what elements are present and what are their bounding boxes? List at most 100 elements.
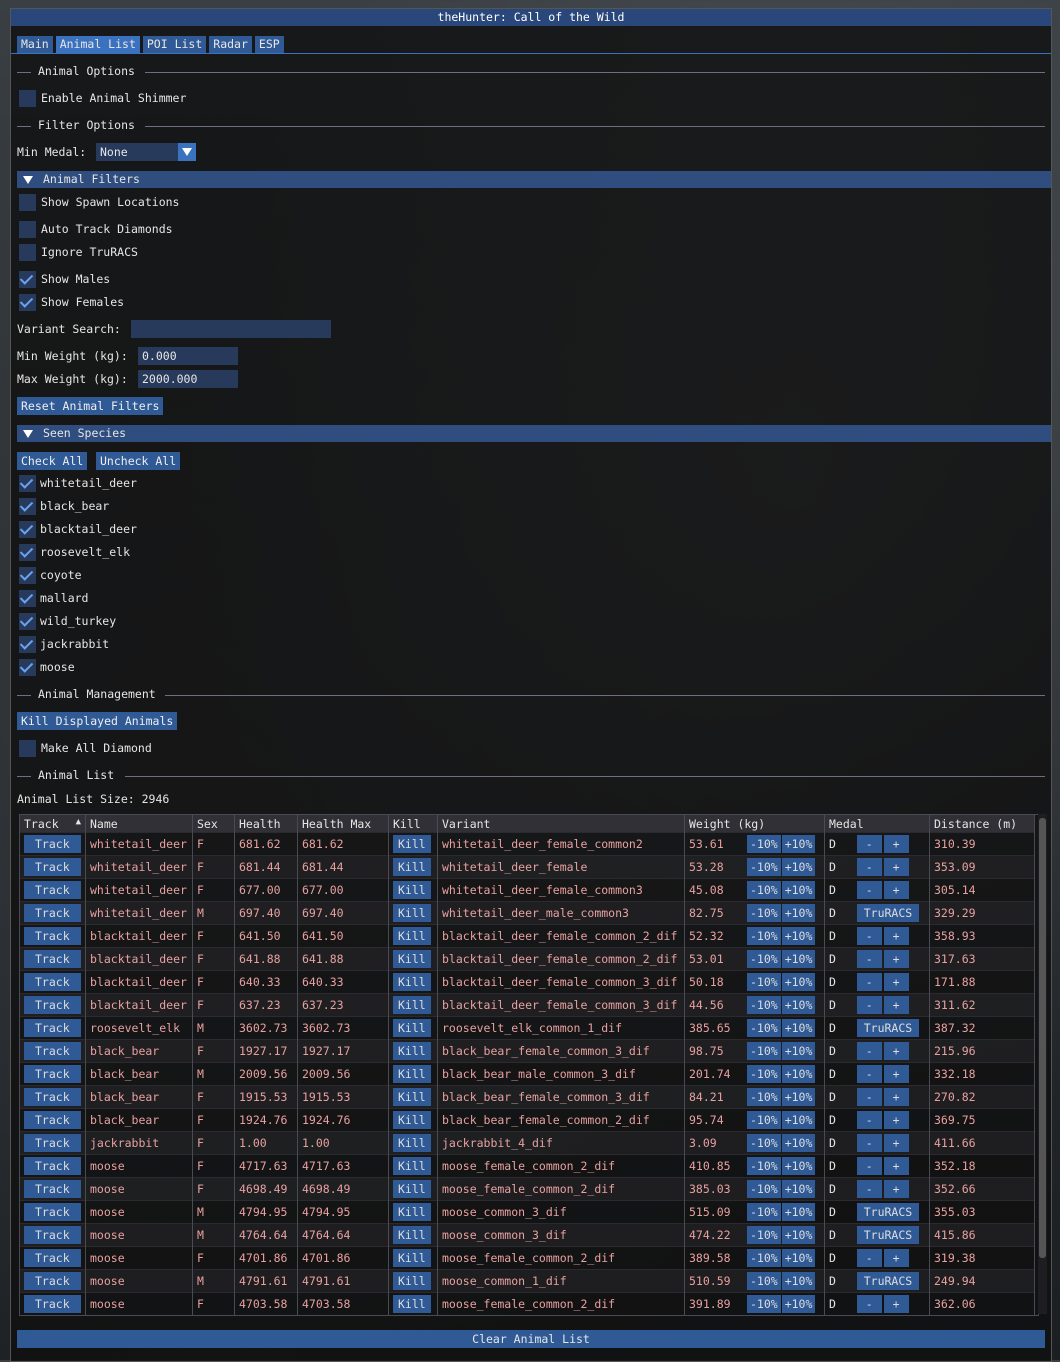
col-distance[interactable]: Distance (m) [929,815,1035,833]
weight-minus-button[interactable]: -10% [747,996,781,1014]
kill-button[interactable]: Kill [393,835,431,853]
medal-plus-button[interactable]: + [883,1249,909,1267]
weight-minus-button[interactable]: -10% [747,927,781,945]
window-title[interactable]: theHunter: Call of the Wild [11,9,1051,26]
truracs-button[interactable]: TruRACS [856,1203,920,1221]
weight-minus-button[interactable]: -10% [747,1111,781,1129]
tab-esp[interactable]: ESP [254,36,284,53]
min-medal-select[interactable]: None [96,143,196,161]
weight-plus-button[interactable]: +10% [781,1042,816,1060]
truracs-button[interactable]: TruRACS [856,1272,920,1290]
medal-minus-button[interactable]: - [856,858,882,876]
kill-button[interactable]: Kill [393,1088,431,1106]
weight-minus-button[interactable]: -10% [747,1272,781,1290]
weight-plus-button[interactable]: +10% [781,1157,816,1175]
kill-button[interactable]: Kill [393,973,431,991]
species-checkbox-coyote[interactable] [19,567,36,584]
weight-plus-button[interactable]: +10% [781,1088,816,1106]
track-button[interactable]: Track [24,1088,81,1106]
kill-button[interactable]: Kill [393,1111,431,1129]
weight-plus-button[interactable]: +10% [781,1065,816,1083]
tab-main[interactable]: Main [17,36,53,53]
track-button[interactable]: Track [24,1180,81,1198]
track-button[interactable]: Track [24,835,81,853]
col-variant[interactable]: Variant [437,815,685,833]
track-button[interactable]: Track [24,950,81,968]
weight-plus-button[interactable]: +10% [781,1019,816,1037]
kill-button[interactable]: Kill [393,1042,431,1060]
track-button[interactable]: Track [24,973,81,991]
weight-minus-button[interactable]: -10% [747,950,781,968]
uncheck-all-button[interactable]: Uncheck All [96,452,181,470]
species-checkbox-blacktail_deer[interactable] [19,521,36,538]
weight-plus-button[interactable]: +10% [781,1226,816,1244]
kill-button[interactable]: Kill [393,1226,431,1244]
col-sex[interactable]: Sex [192,815,235,833]
medal-plus-button[interactable]: + [883,950,909,968]
kill-button[interactable]: Kill [393,1249,431,1267]
medal-minus-button[interactable]: - [856,1065,882,1083]
medal-minus-button[interactable]: - [856,1157,882,1175]
medal-plus-button[interactable]: + [883,1088,909,1106]
weight-plus-button[interactable]: +10% [781,858,816,876]
col-weight[interactable]: Weight (kg) [684,815,825,833]
kill-button[interactable]: Kill [393,1203,431,1221]
table-scrollbar[interactable] [1038,814,1047,1314]
kill-button[interactable]: Kill [393,1157,431,1175]
medal-plus-button[interactable]: + [883,1065,909,1083]
kill-button[interactable]: Kill [393,950,431,968]
medal-plus-button[interactable]: + [883,1042,909,1060]
kill-button[interactable]: Kill [393,1295,431,1313]
weight-minus-button[interactable]: -10% [747,881,781,899]
kill-button[interactable]: Kill [393,927,431,945]
track-button[interactable]: Track [24,1295,81,1313]
weight-plus-button[interactable]: +10% [781,881,816,899]
medal-plus-button[interactable]: + [883,881,909,899]
track-button[interactable]: Track [24,1019,81,1037]
track-button[interactable]: Track [24,996,81,1014]
medal-minus-button[interactable]: - [856,1295,882,1313]
weight-minus-button[interactable]: -10% [747,1295,781,1313]
kill-button[interactable]: Kill [393,1180,431,1198]
weight-minus-button[interactable]: -10% [747,835,781,853]
medal-minus-button[interactable]: - [856,927,882,945]
weight-minus-button[interactable]: -10% [747,1019,781,1037]
track-button[interactable]: Track [24,1249,81,1267]
weight-plus-button[interactable]: +10% [781,927,816,945]
weight-plus-button[interactable]: +10% [781,1295,816,1313]
spawn-locations-checkbox[interactable] [19,194,36,211]
species-checkbox-mallard[interactable] [19,590,36,607]
max-weight-input[interactable]: 2000.000 [138,370,238,388]
weight-minus-button[interactable]: -10% [747,1180,781,1198]
truracs-button[interactable]: TruRACS [856,1226,920,1244]
weight-minus-button[interactable]: -10% [747,1203,781,1221]
weight-plus-button[interactable]: +10% [781,1249,816,1267]
weight-plus-button[interactable]: +10% [781,996,816,1014]
scrollbar-thumb[interactable] [1039,818,1046,1258]
medal-minus-button[interactable]: - [856,1249,882,1267]
reset-filters-button[interactable]: Reset Animal Filters [17,397,164,415]
weight-plus-button[interactable]: +10% [781,904,816,922]
kill-button[interactable]: Kill [393,858,431,876]
col-health-max[interactable]: Health Max [297,815,389,833]
col-health[interactable]: Health [234,815,298,833]
col-medal[interactable]: Medal [824,815,930,833]
species-checkbox-wild_turkey[interactable] [19,613,36,630]
species-checkbox-whitetail_deer[interactable] [19,475,36,492]
species-checkbox-jackrabbit[interactable] [19,636,36,653]
kill-button[interactable]: Kill [393,1065,431,1083]
track-button[interactable]: Track [24,1272,81,1290]
medal-minus-button[interactable]: - [856,1088,882,1106]
medal-minus-button[interactable]: - [856,1042,882,1060]
medal-plus-button[interactable]: + [883,1157,909,1175]
col-track[interactable]: Track ▲ [20,815,86,833]
weight-minus-button[interactable]: -10% [747,904,781,922]
medal-plus-button[interactable]: + [883,835,909,853]
weight-plus-button[interactable]: +10% [781,950,816,968]
weight-plus-button[interactable]: +10% [781,1272,816,1290]
medal-plus-button[interactable]: + [883,1180,909,1198]
weight-plus-button[interactable]: +10% [781,1180,816,1198]
medal-minus-button[interactable]: - [856,881,882,899]
show-males-checkbox[interactable] [19,271,36,288]
track-button[interactable]: Track [24,1226,81,1244]
